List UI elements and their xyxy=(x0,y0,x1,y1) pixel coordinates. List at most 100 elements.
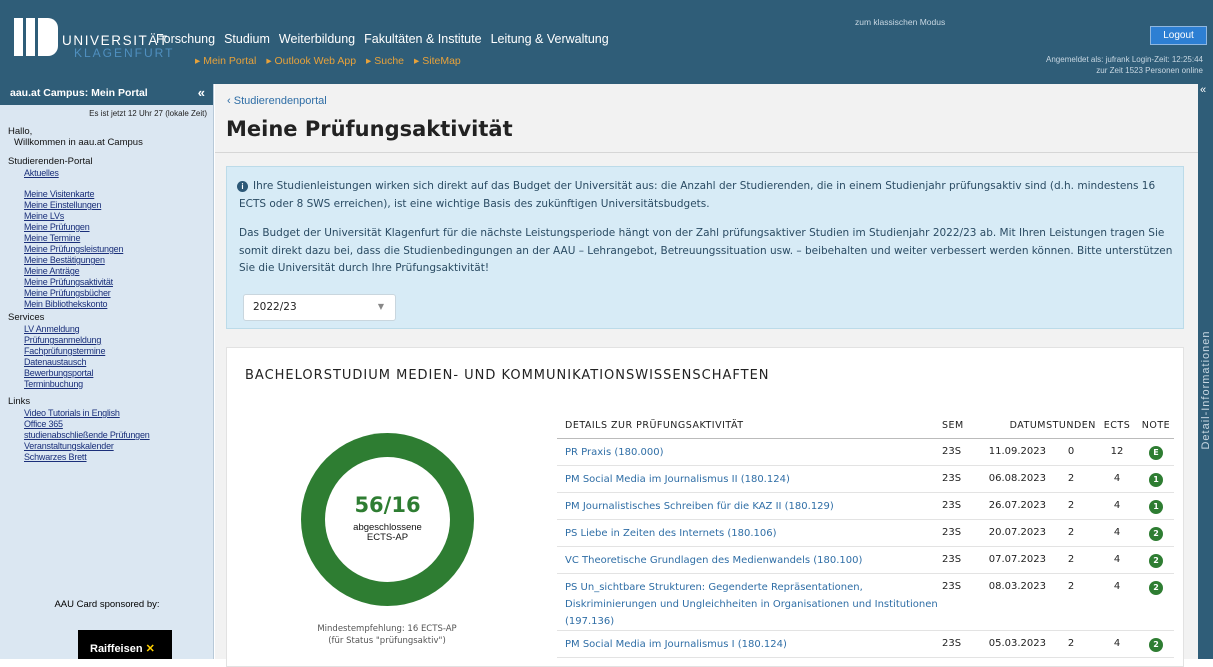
sidebar-link-schwarzes-brett[interactable]: Schwarzes Brett xyxy=(0,452,213,463)
back-to-studierendenportal-link[interactable]: ‹ Studierendenportal xyxy=(227,95,327,107)
study-year-select[interactable]: 2022/23 ▼ xyxy=(243,294,396,321)
course-link[interactable]: PR Praxis (180.000) xyxy=(557,438,942,466)
semester: 23S xyxy=(942,573,986,631)
sidebar-link-lv-anmeldung[interactable]: LV Anmeldung xyxy=(0,324,213,335)
sidebar-link-aktuelles[interactable]: Aktuelles xyxy=(0,168,213,179)
sidebar-link-einstellungen[interactable]: Meine Einstellungen xyxy=(0,200,213,211)
sidebar-link-datenaustausch[interactable]: Datenaustausch xyxy=(0,357,213,368)
hours: 2 xyxy=(1046,465,1096,493)
selected-year: 2022/23 xyxy=(253,301,297,313)
sidebar-link-bestaetigungen[interactable]: Meine Bestätigungen xyxy=(0,255,213,266)
table-row: PM Social Media im Journalismus II (180.… xyxy=(557,465,1174,493)
subnav-label: Suche xyxy=(374,55,405,67)
nav-fakultaeten[interactable]: Fakultäten & Institute xyxy=(364,32,481,46)
table-row: PM Social Media im Journalismus I (180.1… xyxy=(557,630,1174,658)
user-info: Angemeldet als: jufrank Login-Zeit: 12:2… xyxy=(1046,54,1203,76)
semester: 23S xyxy=(942,546,986,574)
nav-forschung[interactable]: Forschung xyxy=(156,32,215,46)
collapse-sidebar-icon[interactable]: « xyxy=(198,85,205,100)
sidebar-link-bewerbungsportal[interactable]: Bewerbungsportal xyxy=(0,368,213,379)
sidebar-link-antraege[interactable]: Meine Anträge xyxy=(0,266,213,277)
ects: 12 xyxy=(1096,438,1138,466)
logout-button[interactable]: Logout xyxy=(1150,26,1207,45)
sidebar-link-terminbuchung[interactable]: Terminbuchung xyxy=(0,379,213,390)
raiffeisen-gable-icon: ✕ xyxy=(145,643,155,655)
semester: 23S xyxy=(942,519,986,547)
section-links: Links xyxy=(8,396,31,407)
hours: 2 xyxy=(1046,573,1096,631)
nav-leitung[interactable]: Leitung & Verwaltung xyxy=(491,32,609,46)
sidebar-link-lvs[interactable]: Meine LVs xyxy=(0,211,213,222)
chevron-down-icon: ▼ xyxy=(377,302,384,311)
main-navigation: Forschung Studium Weiterbildung Fakultät… xyxy=(156,32,609,46)
col-ects: ECTS xyxy=(1096,414,1138,439)
date: 06.08.2023 xyxy=(986,465,1046,493)
sidebar-link-pruefungen[interactable]: Meine Prüfungen xyxy=(0,222,213,233)
expand-panel-icon[interactable]: « xyxy=(1200,84,1206,96)
aau-card-sponsor-text: AAU Card sponsored by: xyxy=(54,599,160,610)
top-header: UNIVERSITÄT KLAGENFURT Forschung Studium… xyxy=(0,0,1213,84)
grade-badge: 2 xyxy=(1149,637,1163,652)
hours: 2 xyxy=(1046,519,1096,547)
subnav-outlook[interactable]: ▸ Outlook Web App xyxy=(266,55,356,67)
sidebar-link-office365[interactable]: Office 365 xyxy=(0,419,213,430)
course-link[interactable]: VC Theoretische Grundlagen des Medienwan… xyxy=(557,546,942,574)
main-content: ‹ Studierendenportal Meine Prüfungsaktiv… xyxy=(215,84,1198,667)
nav-studium[interactable]: Studium xyxy=(224,32,270,46)
sidebar-link-visitenkarte[interactable]: Meine Visitenkarte xyxy=(0,189,213,200)
sidebar-link-bibliothekskonto[interactable]: Mein Bibliothekskonto xyxy=(0,299,213,310)
min-rec-line-1: Mindestempfehlung: 16 ECTS-AP xyxy=(317,624,457,634)
nav-weiterbildung[interactable]: Weiterbildung xyxy=(279,32,355,46)
detail-info-panel-toggle[interactable]: « Detail-Informationen xyxy=(1198,84,1213,659)
subnav-label: Outlook Web App xyxy=(274,55,357,67)
study-title: BACHELORSTUDIUM MEDIEN- UND KOMMUNIKATIO… xyxy=(245,368,770,383)
greeting: Hallo, xyxy=(8,126,33,137)
sidebar-link-veranstaltungskalender[interactable]: Veranstaltungskalender xyxy=(0,441,213,452)
university-city: KLAGENFURT xyxy=(74,46,175,60)
classic-mode-link[interactable]: zum klassischen Modus xyxy=(855,17,945,27)
back-link-label: Studierendenportal xyxy=(233,95,327,107)
raiffeisen-logo[interactable]: Raiffeisen ✕ xyxy=(78,630,172,659)
course-link[interactable]: PS Un_sichtbare Strukturen: Gegenderte R… xyxy=(557,573,942,631)
sidebar-link-fachpruefungstermine[interactable]: Fachprüfungstermine xyxy=(0,346,213,357)
exam-activity-table: DETAILS ZUR PRÜFUNGSAKTIVITÄT SEM DATUM … xyxy=(557,414,1174,658)
raiffeisen-logo-text: Raiffeisen xyxy=(90,643,143,655)
hours: 0 xyxy=(1046,438,1096,466)
hours: 2 xyxy=(1046,630,1096,658)
col-hours: STUNDEN xyxy=(1046,414,1096,439)
sidebar-link-pruefungsleistungen[interactable]: Meine Prüfungsleistungen xyxy=(0,244,213,255)
col-sem: SEM xyxy=(942,414,986,439)
sidebar-link-studienabschliessende[interactable]: studienabschließende Prüfungen xyxy=(0,430,213,441)
info-paragraph-1: Ihre Studienleistungen wirken sich direk… xyxy=(239,180,1156,210)
date: 26.07.2023 xyxy=(986,492,1046,520)
date: 05.03.2023 xyxy=(986,630,1046,658)
donut-center: 56/16 abgeschlossene ECTS-AP xyxy=(325,457,450,582)
grade-badge: E xyxy=(1149,445,1163,460)
course-link[interactable]: PM Social Media im Journalismus II (180.… xyxy=(557,465,942,493)
semester: 23S xyxy=(942,630,986,658)
sidebar-link-termine[interactable]: Meine Termine xyxy=(0,233,213,244)
subnav-mein-portal[interactable]: ▸ Mein Portal xyxy=(195,55,256,67)
sidebar-link-video-tutorials[interactable]: Video Tutorials in English xyxy=(0,408,213,419)
table-header-row: DETAILS ZUR PRÜFUNGSAKTIVITÄT SEM DATUM … xyxy=(557,414,1174,439)
min-rec-line-2: (für Status "prüfungsaktiv") xyxy=(328,636,446,646)
ects: 4 xyxy=(1096,573,1138,631)
sidebar-link-pruefungsaktivitaet[interactable]: Meine Prüfungsaktivität xyxy=(0,277,213,288)
ects: 4 xyxy=(1096,519,1138,547)
semester: 23S xyxy=(942,492,986,520)
sub-navigation: ▸ Mein Portal ▸ Outlook Web App ▸ Suche … xyxy=(195,55,461,67)
subnav-sitemap[interactable]: ▸ SiteMap xyxy=(414,55,461,67)
table-row: PS Un_sichtbare Strukturen: Gegenderte R… xyxy=(557,573,1174,631)
course-link[interactable]: PS Liebe in Zeiten des Internets (180.10… xyxy=(557,519,942,547)
ects-progress-value: 56/16 xyxy=(354,493,421,517)
sidebar-link-pruefungsanmeldung[interactable]: Prüfungsanmeldung xyxy=(0,335,213,346)
online-count: zur Zeit 1523 Personen online xyxy=(1096,66,1203,75)
sidebar-title: aau.at Campus: Mein Portal xyxy=(10,87,148,99)
grade-badge: 1 xyxy=(1149,472,1163,487)
ects: 4 xyxy=(1096,492,1138,520)
sidebar-link-pruefungsbuecher[interactable]: Meine Prüfungsbücher xyxy=(0,288,213,299)
course-link[interactable]: PM Journalistisches Schreiben für die KA… xyxy=(557,492,942,520)
course-link[interactable]: PM Social Media im Journalismus I (180.1… xyxy=(557,630,942,658)
subnav-suche[interactable]: ▸ Suche xyxy=(366,55,404,67)
minimum-recommendation: Mindestempfehlung: 16 ECTS-AP (für Statu… xyxy=(287,623,487,647)
